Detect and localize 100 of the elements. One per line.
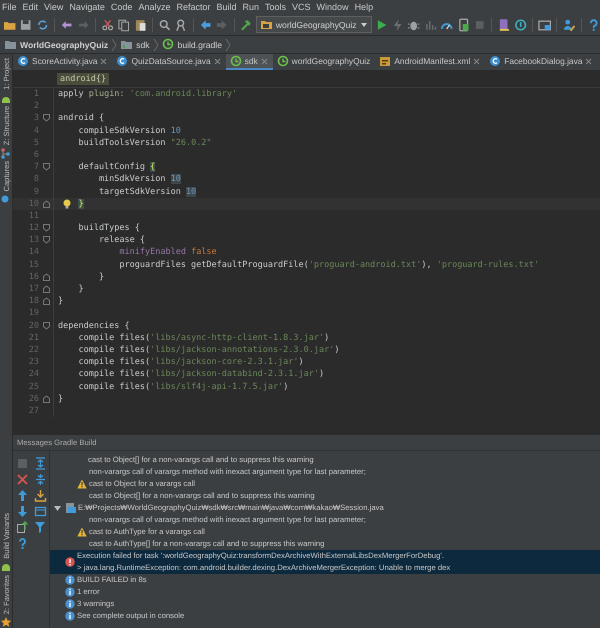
- module-icon: [260, 18, 273, 31]
- hammer-icon[interactable]: [239, 18, 253, 32]
- info-icon: [65, 587, 75, 597]
- message-row[interactable]: [50, 550, 600, 574]
- filter-icon[interactable]: [34, 520, 46, 534]
- code-line: }: [98, 270, 104, 283]
- menu-item[interactable]: File: [2, 2, 17, 12]
- line-number: 7: [32, 161, 39, 174]
- project-icon: [4, 38, 17, 51]
- code-line: buildToolsVersion "26.0.2": [77, 136, 212, 149]
- line-number: 1: [32, 88, 39, 100]
- breadcrumb-scope[interactable]: android{}: [57, 73, 110, 85]
- menu-item[interactable]: Window: [316, 2, 349, 12]
- line-number: 12: [28, 222, 39, 234]
- editor-tab[interactable]: QuizDataSource.java: [112, 54, 226, 70]
- line-number: 17: [28, 283, 39, 296]
- structure-icon: [0, 146, 12, 159]
- save-icon[interactable]: [19, 18, 33, 32]
- breadcrumb-item[interactable]: sdk: [136, 40, 150, 50]
- gradle-icon: [230, 55, 242, 67]
- line-number: 23: [28, 356, 39, 368]
- line-number: 27: [28, 404, 39, 418]
- code-line: apply plugin: 'com.android.library': [58, 88, 238, 100]
- line-number: 9: [32, 186, 39, 198]
- user-icon[interactable]: [562, 18, 576, 32]
- run-configuration-dropdown[interactable]: worldGeographyQuiz: [256, 16, 372, 33]
- editor-tab[interactable]: sdk: [226, 54, 273, 70]
- menu-item[interactable]: Edit: [22, 2, 38, 12]
- menu-item[interactable]: VCS: [292, 2, 311, 12]
- back-icon[interactable]: [198, 18, 212, 32]
- editor-tab[interactable]: FacebookDialog.java: [485, 54, 598, 70]
- menu-item[interactable]: Help: [354, 2, 374, 12]
- code-line: buildTypes {: [77, 222, 140, 234]
- line-number: 15: [28, 258, 39, 271]
- search-icon[interactable]: [158, 18, 172, 32]
- menu-item[interactable]: Analyze: [138, 2, 170, 12]
- collapse-all-icon[interactable]: [34, 472, 46, 486]
- code-line: }: [77, 283, 84, 296]
- line-number: 6: [32, 148, 39, 162]
- info-icon: [65, 611, 75, 621]
- gradle-icon: [276, 55, 289, 67]
- warning-icon: [77, 479, 87, 489]
- menu-item[interactable]: View: [44, 2, 64, 12]
- editor-tab[interactable]: AndroidManifest.xml: [375, 54, 486, 70]
- code-line: minSdkVersion 10: [98, 173, 181, 186]
- menu-item[interactable]: Refactor: [176, 2, 210, 12]
- java-icon: [489, 55, 502, 67]
- paste-icon[interactable]: [134, 18, 148, 32]
- menu-item[interactable]: Navigate: [69, 2, 105, 12]
- menu-item[interactable]: Build: [216, 2, 236, 12]
- module-icon: [120, 38, 134, 51]
- code-line: android {: [58, 112, 104, 125]
- line-number: 18: [28, 295, 39, 308]
- arrow-up-icon[interactable]: [16, 488, 28, 502]
- code-line: targetSdkVersion 10: [98, 186, 196, 198]
- code-line: minifyEnabled false: [118, 246, 217, 259]
- code-line: proguardFiles getDefaultProguardFile('proguard-android.txt'), 'proguard-rules.txt': [118, 258, 540, 271]
- warning-icon: [77, 527, 87, 537]
- line-number: 19: [28, 307, 39, 320]
- line-number: 13: [28, 234, 39, 246]
- error-icon: [65, 557, 75, 567]
- editor-tab[interactable]: ScoreActivity.java: [13, 54, 112, 70]
- line-number: 14: [28, 246, 39, 259]
- phone-icon[interactable]: [456, 18, 470, 32]
- info-icon: [65, 599, 75, 609]
- code-line: }: [58, 392, 64, 405]
- code-line: defaultConfig {: [77, 161, 156, 174]
- menu-item[interactable]: Run: [242, 2, 260, 12]
- code-line: compile files('libs/jackson-databind-2.3.1.jar'): [77, 368, 324, 380]
- code-line: compileSdkVersion 10: [77, 124, 181, 137]
- editor-tab[interactable]: worldGeographyQuiz: [272, 54, 376, 70]
- close-icon[interactable]: [16, 472, 28, 486]
- code-line: release {: [98, 234, 145, 246]
- export-icon[interactable]: [16, 520, 28, 534]
- code-line: compile files('libs/slf4j-api-1.7.5.jar'): [77, 380, 288, 393]
- line-number: 5: [32, 136, 39, 149]
- star-icon: [0, 616, 12, 628]
- sync-icon[interactable]: [36, 18, 50, 32]
- line-number: 20: [28, 320, 39, 332]
- chevron-icon: [111, 38, 118, 50]
- line-number: 4: [32, 124, 39, 137]
- window-icon[interactable]: [34, 504, 46, 518]
- code-line: dependencies {: [58, 320, 130, 332]
- phone-icon[interactable]: [497, 18, 511, 32]
- breadcrumb-item[interactable]: build.gradle: [178, 40, 222, 50]
- java-icon: [116, 55, 128, 67]
- disclosure-triangle-icon[interactable]: [53, 504, 62, 512]
- menu-item[interactable]: Code: [110, 2, 132, 12]
- line-number: 2: [32, 100, 39, 112]
- scissors-icon[interactable]: [100, 18, 114, 32]
- caret-icon: [360, 20, 368, 28]
- arrow-down-icon[interactable]: [16, 504, 28, 518]
- menu-item[interactable]: Tools: [265, 2, 286, 12]
- expand-all-icon[interactable]: [34, 456, 46, 470]
- copy-icon[interactable]: [117, 18, 131, 32]
- java-icon: [17, 55, 29, 67]
- breadcrumb-item[interactable]: WorldGeographyQuiz: [20, 40, 108, 50]
- line-number: 8: [32, 173, 39, 186]
- gradle-icon: [162, 38, 175, 51]
- line-number: 16: [28, 270, 39, 283]
